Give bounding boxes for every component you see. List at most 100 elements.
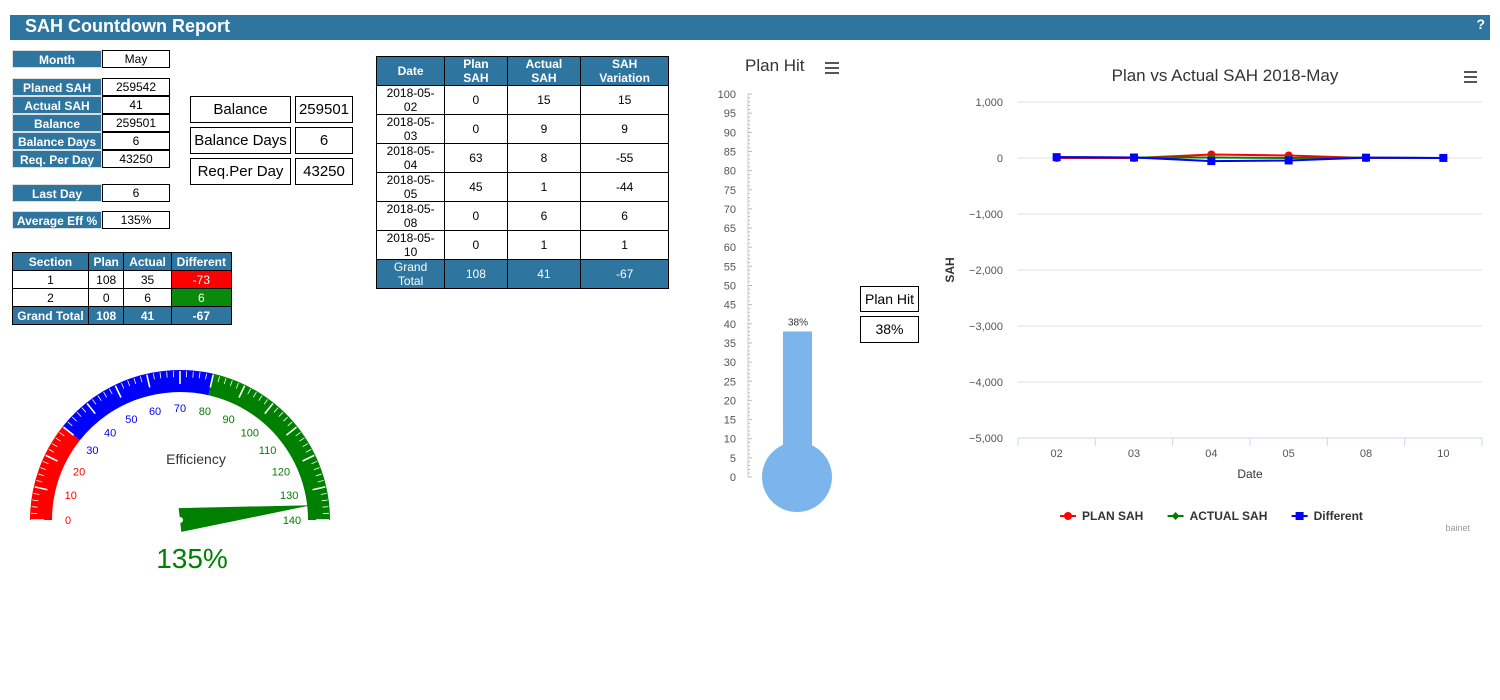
plan-hit-box-label: Plan Hit: [860, 286, 919, 312]
actual-cell: 6: [506, 201, 582, 231]
req-per-day-box-value: 43250: [295, 158, 353, 185]
summary-value: 43250: [102, 150, 170, 168]
gauge-tick-label: 60: [149, 406, 161, 418]
month-value[interactable]: May: [102, 50, 170, 68]
thermometer-tick-label: 65: [724, 223, 736, 235]
thermometer-tick-label: 10: [724, 434, 736, 446]
x-tick-label: 04: [1205, 448, 1217, 460]
gauge-tick: [192, 371, 194, 378]
thermometer-tick-label: 70: [724, 204, 736, 216]
gauge-tick-label: 110: [259, 445, 277, 457]
actual-cell: 15: [506, 85, 582, 115]
data-point[interactable]: [1284, 156, 1293, 165]
gauge-tick: [166, 371, 168, 378]
y-tick-label: −5,000: [969, 433, 1003, 445]
summary-value: 259501: [102, 114, 170, 132]
efficiency-gauge: 0102030405060 70 8090100110120130140 Effic…: [30, 370, 330, 574]
chart-grid: [1018, 101, 1482, 439]
plan-hit-box-value: 38%: [860, 316, 919, 343]
req-per-day-box: Req.Per Day 43250: [190, 158, 353, 185]
plan-hit-menu-icon[interactable]: [825, 62, 839, 74]
plan-vs-actual-chart: Plan vs Actual SAH 2018-May 1,000 0 −1,000…: [943, 66, 1483, 533]
thermometer-tick-label: 55: [724, 261, 736, 273]
gauge-tick-label: 20: [73, 466, 85, 478]
last-day-label: Last Day: [12, 184, 102, 202]
table-header-row: Date Plan SAH Actual SAH SAH Variation: [375, 56, 669, 86]
help-button[interactable]: ?: [1476, 16, 1485, 32]
actual-cell: 1: [506, 230, 582, 260]
data-point[interactable]: [1362, 153, 1370, 162]
table-row: 2018-05-05 45 1 -44: [375, 172, 669, 202]
gauge-tick-label: 120: [272, 466, 290, 478]
variation-cell: -55: [580, 143, 669, 173]
x-axis-label: Date: [1237, 467, 1263, 481]
gauge-tick-label: 40: [104, 427, 116, 439]
balance-days-box-value: 6: [295, 127, 353, 154]
thermometer-tick-label: 90: [724, 127, 736, 139]
section-cell: 1: [12, 270, 89, 289]
data-point[interactable]: [1130, 153, 1138, 162]
plan-cell: 0: [87, 288, 125, 307]
actual-cell: 1: [506, 172, 582, 202]
legend-item[interactable]: PLAN SAH: [1060, 509, 1143, 523]
thermometer-tick-label: 100: [718, 89, 736, 101]
data-point[interactable]: [1439, 153, 1448, 162]
average-eff-value: 135%: [102, 211, 170, 229]
chart-menu-icon[interactable]: [1464, 71, 1477, 83]
variation-cell: -44: [580, 172, 669, 202]
legend-label[interactable]: PLAN SAH: [1082, 509, 1143, 523]
legend-item[interactable]: ACTUAL SAH: [1167, 509, 1268, 523]
date-cell: 2018-05-10: [375, 230, 446, 260]
page-title: SAH Countdown Report: [25, 16, 230, 36]
req-per-day-box-label: Req.Per Day: [190, 158, 291, 185]
gauge-value: 135%: [156, 543, 228, 574]
daily-sah-table: Date Plan SAH Actual SAH SAH Variation 2…: [375, 56, 669, 289]
column-header-actual: Actual: [123, 252, 172, 271]
gauge-tick-label: 130: [280, 490, 298, 502]
thermometer-tick-label: 15: [724, 415, 736, 427]
different-cell: 6: [170, 288, 233, 307]
plan-cell: 63: [444, 143, 508, 173]
legend-item[interactable]: Different: [1291, 509, 1363, 523]
data-point[interactable]: [1295, 512, 1304, 520]
date-cell: 2018-05-03: [375, 114, 446, 144]
summary-label: Balance Days: [12, 132, 102, 150]
plan-cell: 45: [444, 172, 508, 202]
chart-series: [1052, 150, 1448, 166]
thermometer-tick-label: 30: [724, 357, 736, 369]
table-header-row: Section Plan Actual Different: [12, 252, 233, 271]
y-axis-ticks: 1,000 0 −1,000 −2,000 −3,000 −4,000 −5,000: [969, 97, 1003, 445]
date-cell: 2018-05-02: [375, 85, 446, 115]
column-header-different: Different: [170, 252, 233, 271]
y-tick-label: 0: [997, 153, 1003, 165]
gauge-tick-label: 80: [199, 406, 211, 418]
balance-box-label: Balance: [190, 96, 291, 123]
gauge-tick-label: 50: [125, 414, 137, 426]
actual-cell: 8: [506, 143, 582, 173]
section-table: Section Plan Actual Different 1 108 35 -…: [12, 252, 233, 325]
legend-label[interactable]: ACTUAL SAH: [1190, 509, 1268, 523]
thermometer-bulb: [762, 442, 832, 512]
column-header-section: Section: [12, 252, 89, 271]
average-eff-label: Average Eff %: [12, 211, 102, 229]
data-point[interactable]: [1171, 512, 1180, 520]
summary-row: Planed SAH 259542: [12, 78, 170, 96]
thermometer-data-label: 38%: [788, 317, 808, 328]
gauge-label: Efficiency: [166, 451, 226, 467]
plan-cell: 0: [444, 230, 508, 260]
legend-label[interactable]: Different: [1314, 509, 1363, 523]
actual-cell: 9: [506, 114, 582, 144]
total-actual: 41: [506, 259, 582, 289]
data-point[interactable]: [1052, 153, 1061, 162]
average-eff-row: Average Eff % 135%: [12, 211, 170, 229]
column-header-actual-sah: Actual SAH: [506, 56, 582, 86]
plan-cell: 0: [444, 85, 508, 115]
data-point[interactable]: [1064, 512, 1072, 520]
data-point[interactable]: [1207, 157, 1216, 166]
plan-cell: 0: [444, 114, 508, 144]
date-cell: 2018-05-05: [375, 172, 446, 202]
total-different: -67: [170, 306, 233, 325]
variation-cell: 15: [580, 85, 669, 115]
y-tick-label: −4,000: [969, 377, 1003, 389]
last-day-value: 6: [102, 184, 170, 202]
